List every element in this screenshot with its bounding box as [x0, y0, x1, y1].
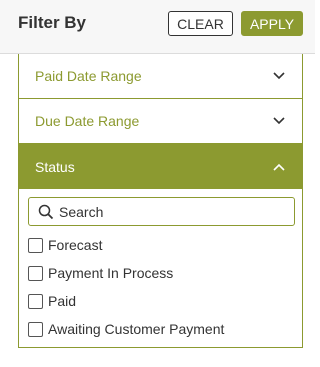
- status-search-box: [28, 197, 295, 226]
- chevron-up-icon: [272, 160, 286, 174]
- status-search-input[interactable]: [59, 198, 284, 225]
- paid-option-label: Paid: [48, 293, 77, 309]
- filter-panel: Paid Date Range Due Date Range Status Fo…: [18, 54, 303, 348]
- status-option-payment-in-process[interactable]: Payment In Process: [28, 264, 173, 282]
- forecast-checkbox[interactable]: [28, 237, 43, 253]
- due-date-range-section[interactable]: Due Date Range: [19, 99, 302, 144]
- status-option-paid[interactable]: Paid: [28, 292, 76, 310]
- search-icon: [29, 198, 59, 225]
- apply-button[interactable]: APPLY: [241, 11, 303, 36]
- status-section[interactable]: Status: [19, 144, 302, 189]
- paid-date-range-section[interactable]: Paid Date Range: [19, 54, 302, 99]
- status-option-awaiting-customer-payment[interactable]: Awaiting Customer Payment: [28, 320, 224, 338]
- status-option-forecast[interactable]: Forecast: [28, 236, 102, 254]
- chevron-down-icon: [272, 69, 286, 83]
- awaiting-customer-payment-option-label: Awaiting Customer Payment: [48, 321, 225, 337]
- payment-in-process-checkbox[interactable]: [28, 265, 43, 281]
- filter-title: Filter By: [18, 13, 87, 32]
- chevron-down-icon: [272, 114, 286, 128]
- status-label: Status: [35, 158, 75, 175]
- payment-in-process-option-label: Payment In Process: [48, 265, 174, 281]
- paid-date-range-label: Paid Date Range: [35, 68, 142, 84]
- paid-checkbox[interactable]: [28, 293, 43, 309]
- due-date-range-label: Due Date Range: [35, 113, 140, 129]
- forecast-option-label: Forecast: [48, 237, 103, 253]
- filter-header: Filter By CLEAR APPLY: [0, 0, 315, 54]
- clear-button[interactable]: CLEAR: [168, 11, 233, 36]
- awaiting-customer-payment-checkbox[interactable]: [28, 321, 43, 337]
